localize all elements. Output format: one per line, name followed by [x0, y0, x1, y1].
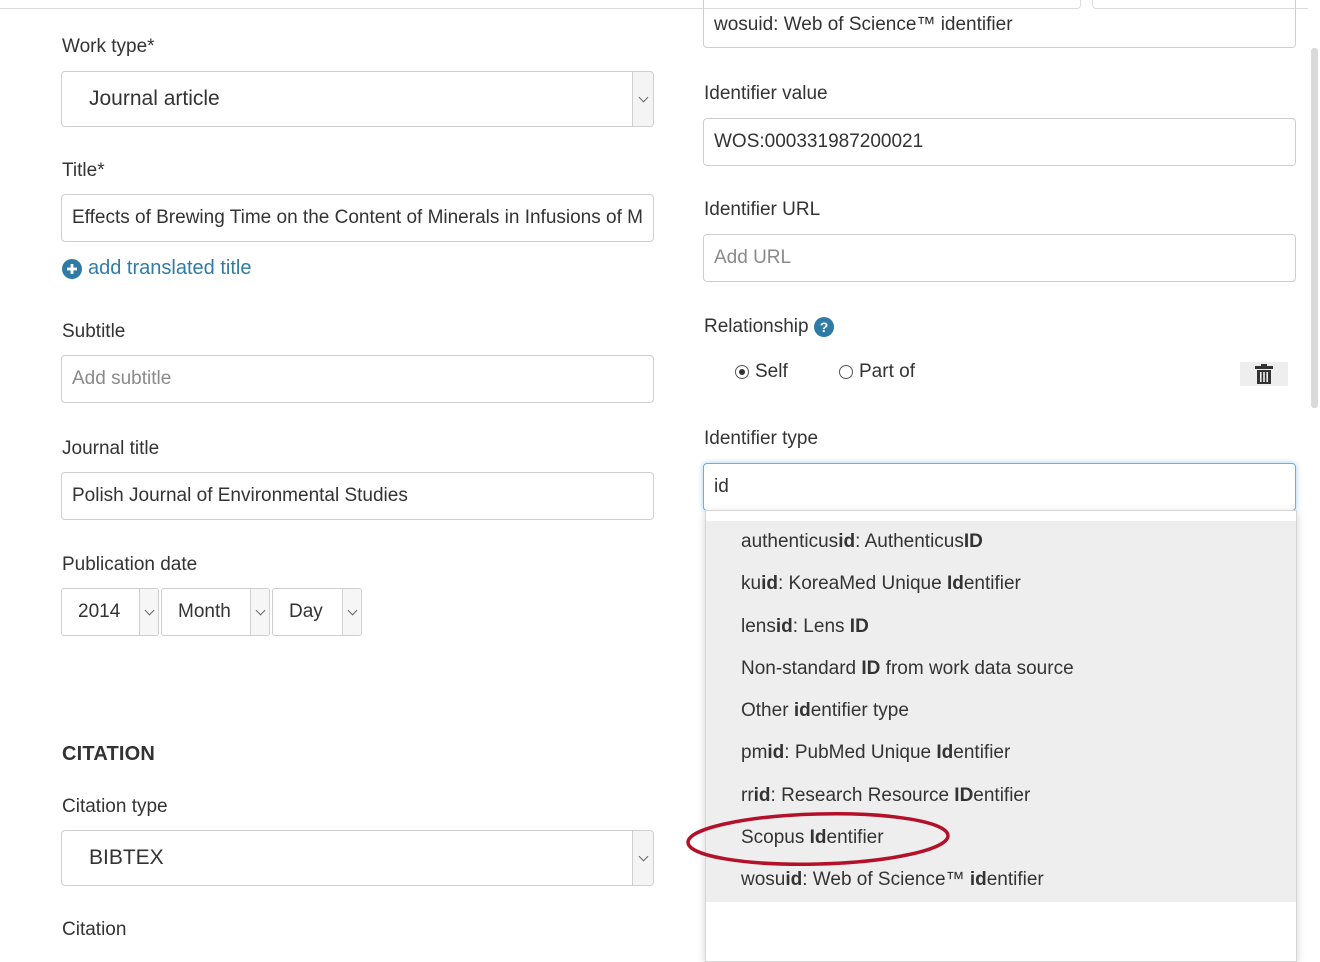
- dropdown-option-text: entifier: [973, 784, 1031, 806]
- work-type-label: Work type*: [62, 36, 155, 57]
- dropdown-option-text: rr: [741, 784, 754, 806]
- plus-circle-icon: [62, 258, 82, 279]
- dropdown-option-text: : Authenticus: [855, 531, 964, 552]
- chevron-down-icon: [632, 72, 653, 126]
- dropdown-option-text: : Research Resource: [770, 784, 955, 806]
- dropdown-option[interactable]: pmid: PubMed Unique Identifier: [706, 732, 1296, 774]
- month-value: Month: [178, 601, 231, 622]
- work-type-select[interactable]: Journal article: [61, 71, 654, 127]
- dropdown-option-text: entifier: [953, 742, 1011, 764]
- dropdown-option-text: : Web of Science™: [802, 869, 970, 891]
- dropdown-option-text: Non-standard: [741, 657, 862, 679]
- relationship-part-of-option[interactable]: Part of: [839, 361, 915, 383]
- identifier-value-label: Identifier value: [704, 83, 828, 104]
- dropdown-option-text: from work data source: [880, 657, 1074, 679]
- add-translated-title-label: add translated title: [88, 257, 252, 279]
- dropdown-option-text: id: [838, 531, 856, 552]
- chevron-down-icon: [632, 831, 653, 885]
- dropdown-option[interactable]: Non-standard ID from work data source: [706, 648, 1296, 690]
- subtitle-input[interactable]: [61, 355, 654, 403]
- radio-self[interactable]: [735, 364, 749, 379]
- trash-icon: [1255, 364, 1273, 384]
- relationship-label: Relationship ?: [704, 316, 834, 338]
- dropdown-option-text: authenticus: [741, 531, 839, 552]
- dropdown-option-text: ID: [861, 657, 881, 679]
- dropdown-option-text: : Lens: [792, 615, 850, 637]
- relationship-part-of-label: Part of: [859, 361, 915, 382]
- add-translated-title-link[interactable]: add translated title: [62, 257, 251, 280]
- identifier-type-label: Identifier type: [704, 428, 819, 449]
- dropdown-option-text: Other: [741, 700, 794, 722]
- chevron-down-icon: [342, 589, 361, 635]
- page-scrollbar[interactable]: [1308, 0, 1320, 951]
- citation-label: Citation: [62, 919, 127, 940]
- highlight-ellipse: [686, 812, 950, 866]
- top-identifier-value: wosuid: Web of Science™ identifier: [714, 14, 1013, 35]
- dropdown-option-text: : KoreaMed Unique: [777, 573, 947, 595]
- identifier-url-label: Identifier URL: [704, 199, 821, 220]
- svg-text:?: ?: [819, 319, 828, 335]
- scrollbar-thumb[interactable]: [1311, 48, 1318, 408]
- year-value: 2014: [78, 601, 121, 622]
- dropdown-option-text: ID: [954, 784, 974, 806]
- title-input[interactable]: [61, 194, 654, 242]
- chevron-down-icon: [250, 589, 269, 635]
- identifier-url-input[interactable]: [703, 234, 1296, 282]
- work-type-value: Journal article: [89, 87, 220, 110]
- dropdown-option-text: id: [775, 615, 793, 637]
- dropdown-option-text: ID: [963, 531, 983, 552]
- day-select[interactable]: Day: [272, 588, 362, 636]
- day-value: Day: [289, 601, 323, 622]
- citation-type-label: Citation type: [62, 796, 168, 817]
- dropdown-option-text: ID: [849, 615, 869, 637]
- relationship-label-text: Relationship: [704, 316, 809, 337]
- dropdown-option-text: Id: [936, 742, 954, 764]
- delete-button[interactable]: [1240, 362, 1288, 386]
- dropdown-option[interactable]: lensid: Lens ID: [706, 606, 1296, 648]
- citation-section-title: CITATION: [62, 743, 156, 765]
- dropdown-option[interactable]: kuid: KoreaMed Unique Identifier: [706, 563, 1296, 605]
- dropdown-option-text: Id: [946, 573, 964, 595]
- dropdown-option-text: id: [767, 742, 785, 764]
- identifier-type-dropdown[interactable]: authenticusid: AuthenticusID kuid: KoreaM…: [705, 510, 1297, 962]
- month-select[interactable]: Month: [161, 588, 270, 636]
- dropdown-option[interactable]: Other identifier type: [706, 690, 1296, 732]
- relationship-self-label: Self: [755, 361, 788, 382]
- year-select[interactable]: 2014: [61, 588, 159, 636]
- dropdown-option-text: id: [785, 869, 803, 891]
- citation-type-select[interactable]: BIBTEX: [61, 830, 654, 886]
- title-label: Title*: [62, 160, 105, 181]
- dropdown-option-text: ku: [741, 573, 762, 595]
- help-icon[interactable]: ?: [813, 317, 834, 337]
- top-identifier-field[interactable]: wosuid: Web of Science™ identifier: [703, 0, 1296, 48]
- publication-date-label: Publication date: [62, 554, 198, 575]
- dropdown-option-text: entifier type: [810, 700, 909, 722]
- dropdown-option-text: : PubMed Unique: [784, 742, 937, 764]
- relationship-self-option[interactable]: Self: [735, 361, 788, 383]
- dropdown-option-text: id: [753, 784, 771, 806]
- subtitle-label: Subtitle: [62, 321, 126, 342]
- dropdown-option-text: entifier: [963, 573, 1021, 595]
- radio-part-of[interactable]: [839, 364, 853, 379]
- dropdown-option[interactable]: authenticusid: AuthenticusID: [706, 521, 1296, 563]
- chevron-down-icon: [139, 589, 158, 635]
- dropdown-option-text: id: [793, 700, 811, 722]
- dropdown-option-text: id: [761, 573, 778, 595]
- identifier-type-input[interactable]: [703, 463, 1296, 511]
- citation-type-value: BIBTEX: [89, 846, 164, 869]
- journal-title-input[interactable]: [61, 472, 654, 520]
- journal-title-label: Journal title: [62, 438, 160, 459]
- dropdown-option-text: wosu: [741, 869, 786, 891]
- dropdown-option-text: pm: [741, 742, 768, 764]
- dropdown-option-text: entifier: [986, 869, 1044, 891]
- identifier-value-input[interactable]: [703, 118, 1296, 166]
- dropdown-option-text: id: [969, 869, 987, 891]
- dropdown-option-text: lens: [741, 615, 776, 637]
